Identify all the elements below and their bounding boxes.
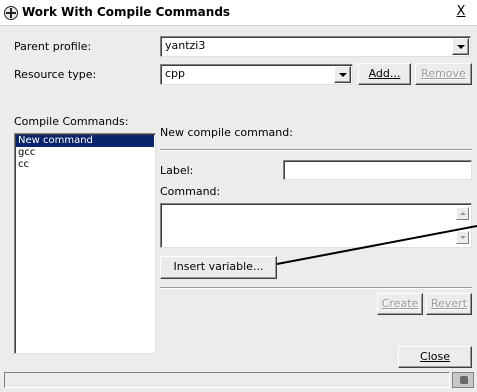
- callout-line: [276, 225, 477, 265]
- dialog-window: Work With Compile Commands X Parent prof…: [0, 0, 477, 392]
